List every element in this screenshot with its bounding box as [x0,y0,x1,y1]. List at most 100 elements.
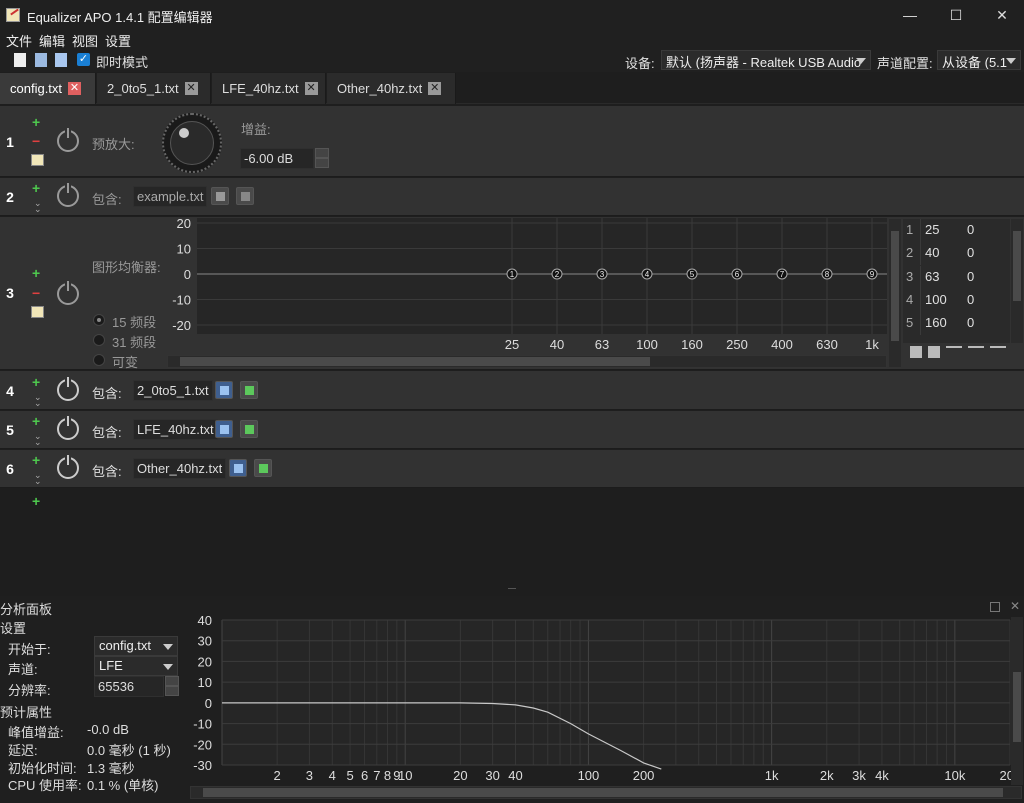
band-gain[interactable]: 0 [967,245,974,260]
geq-x-tick-label: 63 [595,337,609,352]
add-icon[interactable]: + [32,114,40,130]
chevron-down-icon[interactable]: ⌄ ⌄ [34,199,42,214]
y-tick-label: 40 [198,613,212,628]
open-include-button[interactable] [211,187,229,205]
add-icon[interactable]: + [32,374,40,390]
float-icon[interactable] [990,602,1000,612]
remove-icon[interactable]: − [32,133,40,149]
power-icon[interactable] [57,377,79,401]
close-icon[interactable]: ✕ [68,82,82,95]
band-frequency[interactable]: 40 [925,245,939,260]
load-icon[interactable] [910,346,922,358]
geq-hscrollbar[interactable] [167,355,887,368]
chevron-down-icon[interactable]: ⌄ ⌄ [34,432,42,447]
minimize-button[interactable]: — [887,0,933,30]
resolution-spin-up[interactable] [165,676,179,686]
edit-icon[interactable] [31,154,44,166]
geq-graph[interactable]: 20100-10-2025 40 63 100 160 250 400 630 1k1 2 3 4 5 6… [165,215,900,355]
channel-config-select[interactable]: 从设备 (5.1 [937,50,1021,70]
chevron-down-icon[interactable]: ⌄ ⌄ [34,471,42,486]
preamp-knob[interactable] [162,113,222,173]
mode-variable-radio[interactable] [93,354,105,366]
close-icon[interactable]: ✕ [304,82,318,95]
add-icon[interactable]: + [32,180,40,196]
remove-icon[interactable]: − [32,285,40,301]
close-icon[interactable]: ✕ [428,82,442,95]
mode-15-radio[interactable] [93,314,105,326]
channel-select[interactable]: LFE [94,656,178,676]
include-file[interactable]: 2_0to5_1.txt [133,380,213,401]
invert-icon[interactable] [946,346,962,358]
open-include-button[interactable] [229,459,247,477]
tab-lfe[interactable]: LFE_40hz.txt ✕ [212,73,326,104]
tab-other[interactable]: Other_40hz.txt ✕ [327,73,456,104]
close-icon[interactable]: ✕ [184,82,198,95]
device-select[interactable]: 默认 (扬声器 - Realtek USB Audio [661,50,871,70]
open-include-button[interactable] [215,420,233,438]
device-label: 设备: [625,56,655,71]
band-gain[interactable]: 0 [967,292,974,307]
power-icon[interactable] [57,281,79,305]
power-icon[interactable] [57,183,79,207]
mode-15-label: 15 频段 [112,315,157,330]
band-frequency[interactable]: 25 [925,222,939,237]
geq-x-tick-label: 40 [550,337,564,352]
save-file-icon[interactable] [55,53,67,67]
maximize-button[interactable]: ☐ [933,0,979,30]
close-panel-icon[interactable]: ✕ [1010,599,1020,613]
normalize-icon[interactable] [968,346,984,358]
add-icon[interactable]: + [32,413,40,429]
peak-gain-value: -0.0 dB [87,722,129,737]
scroll-thumb[interactable] [891,231,899,341]
include-file[interactable]: LFE_40hz.txt [133,419,218,440]
band-gain[interactable]: 0 [967,269,974,284]
scroll-thumb[interactable] [1013,231,1021,301]
open-tab-button[interactable] [240,381,258,399]
mode-31-radio[interactable] [93,334,105,346]
band-frequency[interactable]: 160 [925,315,947,330]
geq-vscrollbar[interactable] [889,219,901,367]
include-file[interactable]: Other_40hz.txt [133,458,227,479]
gain-spin-up[interactable] [315,148,329,158]
analysis-vscrollbar[interactable] [1011,617,1023,785]
power-icon[interactable] [57,455,79,479]
gain-input[interactable]: -6.00 dB [240,148,314,169]
geq-y-tick-label: 20 [177,216,191,231]
instant-mode-checkbox[interactable]: ✓ [77,53,90,66]
reset-icon[interactable] [990,346,1006,358]
band-gain[interactable]: 0 [967,315,974,330]
start-select[interactable]: config.txt [94,636,178,656]
scroll-thumb[interactable] [180,357,650,366]
resolution-input[interactable]: 65536 [94,676,164,697]
tab-config[interactable]: config.txt ✕ [0,73,96,104]
save-icon[interactable] [928,346,940,358]
splitter-handle[interactable] [508,588,516,589]
frequency-response-chart[interactable]: 403020100-10-20-302 3 4 5 6 7 8 910 20 30 40 100 200… [188,612,1024,788]
include-file[interactable]: example.txt [133,186,208,207]
open-tab-button[interactable] [236,187,254,205]
open-include-button[interactable] [215,381,233,399]
chevron-down-icon[interactable]: ⌄ ⌄ [34,393,42,408]
preamp-label: 预放大: [92,137,135,152]
band-frequency[interactable]: 100 [925,292,947,307]
close-button[interactable]: ✕ [979,0,1024,30]
open-file-icon[interactable] [35,53,47,67]
add-filter-icon[interactable]: + [32,493,40,509]
band-frequency[interactable]: 63 [925,269,939,284]
power-icon[interactable] [57,128,79,152]
add-icon[interactable]: + [32,265,40,281]
resolution-spin-down[interactable] [165,686,179,696]
gain-spin-down[interactable] [315,158,329,168]
new-file-icon[interactable] [14,53,26,67]
scroll-thumb[interactable] [203,788,1003,797]
tab-2to5[interactable]: 2_0to5_1.txt ✕ [97,73,211,104]
open-tab-button[interactable] [254,459,272,477]
edit-icon[interactable] [31,306,44,318]
add-icon[interactable]: + [32,452,40,468]
band-gain[interactable]: 0 [967,222,974,237]
open-tab-button[interactable] [240,420,258,438]
band-table-scrollbar[interactable] [1011,219,1023,343]
scroll-thumb[interactable] [1013,672,1021,742]
power-icon[interactable] [57,416,79,440]
analysis-hscrollbar[interactable] [190,786,1022,799]
